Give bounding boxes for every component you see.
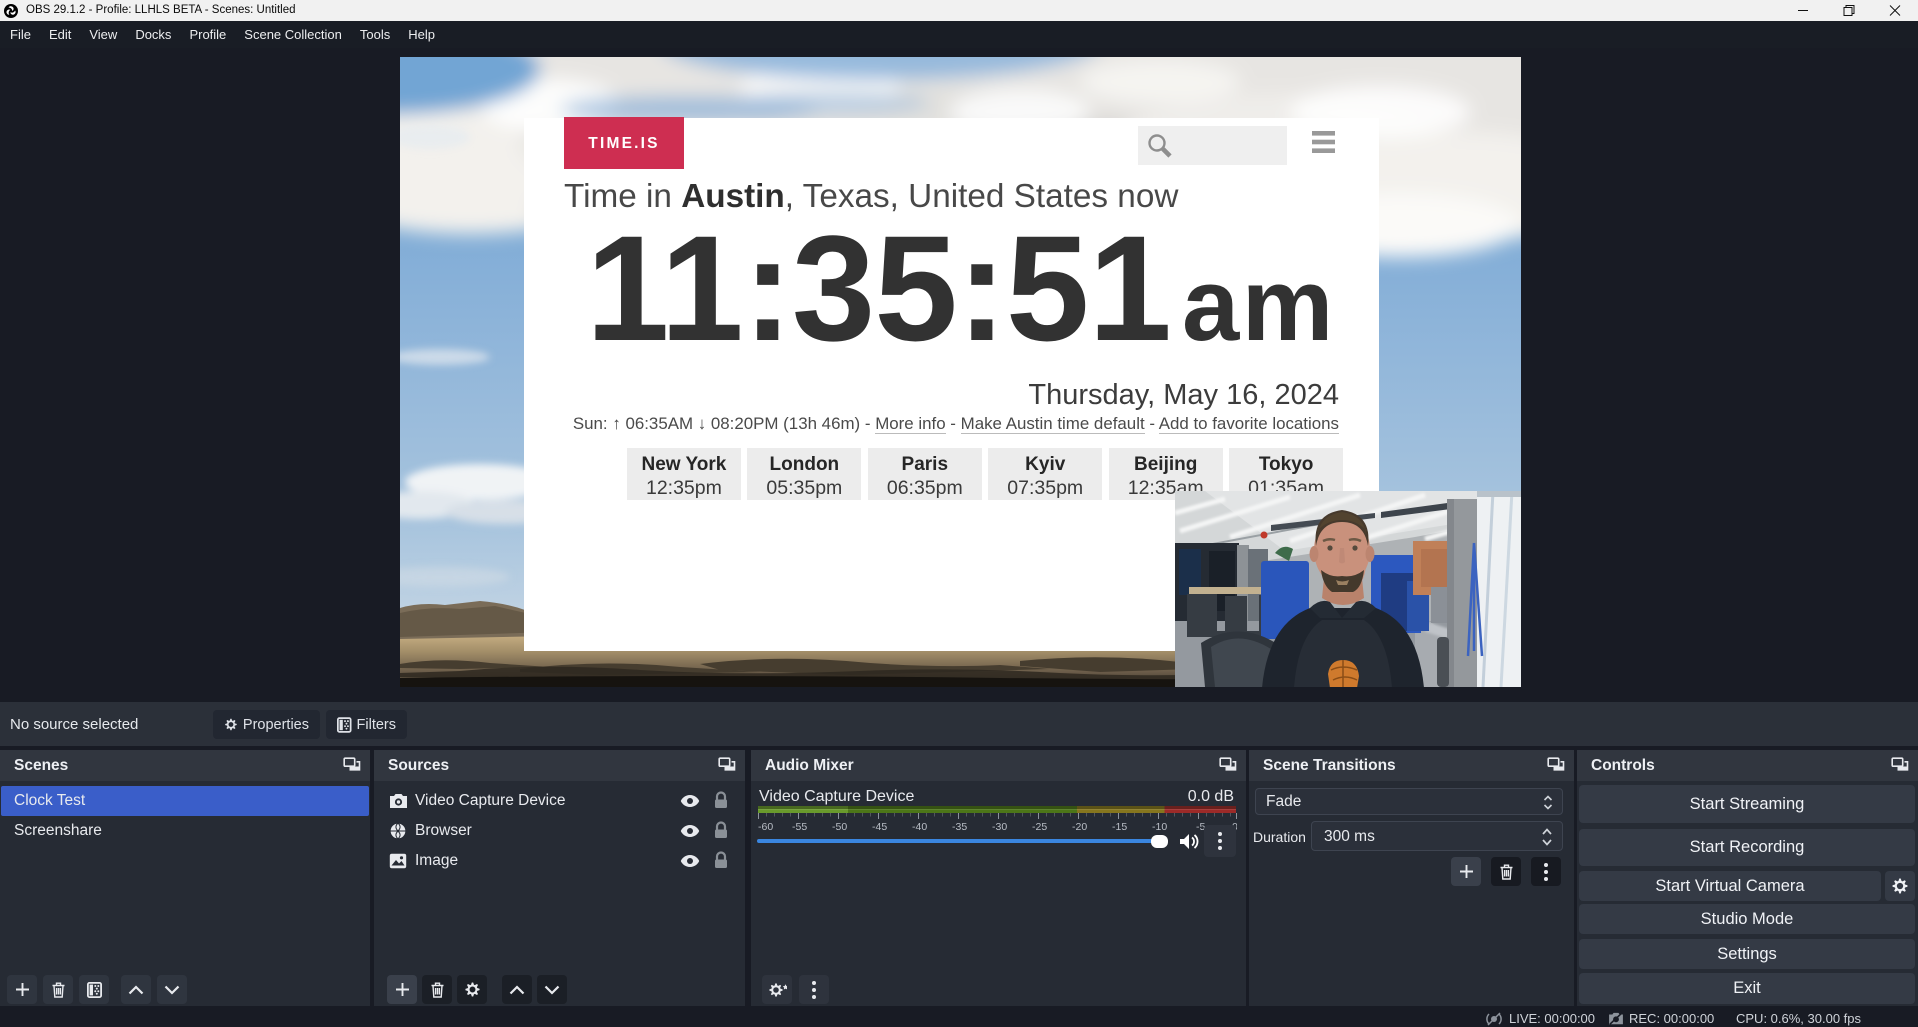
svg-text:-60: -60 bbox=[758, 821, 773, 833]
svg-text:-55: -55 bbox=[792, 821, 807, 833]
svg-text:-50: -50 bbox=[832, 821, 847, 833]
svg-text:-40: -40 bbox=[912, 821, 927, 833]
svg-text:-20: -20 bbox=[1072, 821, 1087, 833]
svg-text:-25: -25 bbox=[1032, 821, 1047, 833]
svg-text:-35: -35 bbox=[952, 821, 967, 833]
svg-text:-45: -45 bbox=[872, 821, 887, 833]
svg-text:-10: -10 bbox=[1152, 821, 1167, 833]
svg-text:-30: -30 bbox=[992, 821, 1007, 833]
svg-text:-15: -15 bbox=[1112, 821, 1127, 833]
